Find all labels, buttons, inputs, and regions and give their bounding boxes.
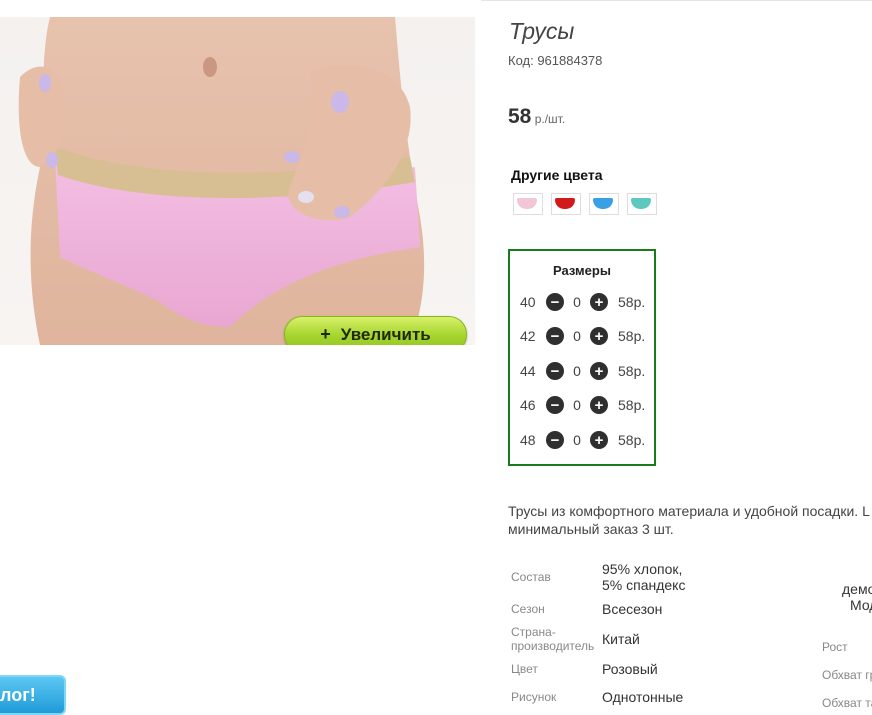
right-text-2: Мод	[850, 597, 872, 613]
plus-icon[interactable]: +	[590, 396, 608, 414]
plus-icon: +	[320, 324, 331, 344]
sizes-title: Размеры	[553, 263, 611, 278]
size-price: 58р.	[618, 363, 646, 379]
color-swatch[interactable]	[513, 193, 543, 215]
catalog-button[interactable]: лог!	[0, 675, 66, 715]
price-value: 58	[508, 105, 532, 128]
sizes-box: Размеры 40 − 0 + 58р. 42 − 0 + 58р. 44 −…	[508, 249, 656, 466]
color-swatch[interactable]	[589, 193, 619, 215]
plus-icon[interactable]: +	[590, 327, 608, 345]
spec-value-sostav-1: 95% хлопок,	[602, 561, 683, 577]
spec-value-strana: Китай	[602, 631, 640, 647]
catalog-label: лог!	[0, 684, 36, 705]
color-swatches	[513, 193, 657, 215]
plus-icon[interactable]: +	[590, 431, 608, 449]
minus-icon[interactable]: −	[546, 362, 564, 380]
quantity-value[interactable]: 0	[564, 294, 590, 310]
right-label-obhvat-2: Обхват та	[822, 696, 872, 710]
spec-value-risunok: Однотонные	[602, 689, 684, 705]
spec-label-sezon: Сезон	[511, 602, 545, 616]
plus-icon[interactable]: +	[590, 362, 608, 380]
price-unit: р./шт.	[531, 112, 566, 126]
right-text-1: демо	[842, 581, 872, 597]
product-code: Код: 961884378	[508, 53, 603, 68]
size-label: 44	[520, 363, 536, 379]
other-colors-heading: Другие цвета	[511, 167, 603, 183]
spec-label-sostav: Состав	[511, 570, 551, 584]
product-image	[18, 17, 425, 345]
spec-value-cvet: Розовый	[602, 661, 658, 677]
minus-icon[interactable]: −	[546, 327, 564, 345]
spec-value-sostav-2: 5% спандекс	[602, 577, 686, 593]
top-divider	[481, 0, 872, 1]
minus-icon[interactable]: −	[546, 396, 564, 414]
size-row: 40 − 0 + 58р.	[520, 292, 645, 312]
size-label: 42	[520, 328, 536, 344]
zoom-label: Увеличить	[340, 324, 431, 344]
product-description: Трусы из комфортного материала и удобной…	[508, 502, 872, 538]
color-swatch[interactable]	[551, 193, 581, 215]
right-label-obhvat-1: Обхват гр	[822, 668, 872, 682]
size-price: 58р.	[618, 294, 646, 310]
size-row: 44 − 0 + 58р.	[520, 361, 645, 381]
spec-label-strana-1: Страна-	[511, 625, 556, 639]
description-line: Трусы из комфортного материала и удобной…	[508, 503, 870, 519]
spec-label-strana-2: производитель	[511, 639, 595, 653]
plus-icon[interactable]: +	[590, 293, 608, 311]
minus-icon[interactable]: −	[546, 431, 564, 449]
quantity-value[interactable]: 0	[564, 432, 590, 448]
product-photo[interactable]: + Увеличить	[0, 17, 475, 345]
size-row: 46 − 0 + 58р.	[520, 395, 645, 415]
quantity-value[interactable]: 0	[564, 363, 590, 379]
spec-value-sezon: Всесезон	[602, 601, 663, 617]
size-label: 48	[520, 432, 536, 448]
size-row: 48 − 0 + 58р.	[520, 430, 645, 450]
product-price: 58 р./шт.	[508, 105, 565, 129]
zoom-button[interactable]: + Увеличить	[284, 316, 467, 345]
size-price: 58р.	[618, 397, 646, 413]
quantity-value[interactable]: 0	[564, 328, 590, 344]
spec-label-cvet: Цвет	[511, 662, 538, 676]
minus-icon[interactable]: −	[546, 293, 564, 311]
size-row: 42 − 0 + 58р.	[520, 326, 645, 346]
size-label: 46	[520, 397, 536, 413]
product-title: Трусы	[509, 18, 575, 44]
quantity-value[interactable]: 0	[564, 397, 590, 413]
size-price: 58р.	[618, 432, 646, 448]
spec-label-risunok: Рисунок	[511, 690, 557, 704]
right-label-rost: Рост	[822, 640, 848, 654]
color-swatch[interactable]	[627, 193, 657, 215]
size-label: 40	[520, 294, 536, 310]
size-price: 58р.	[618, 328, 646, 344]
description-line: минимальный заказ 3 шт.	[508, 521, 674, 537]
